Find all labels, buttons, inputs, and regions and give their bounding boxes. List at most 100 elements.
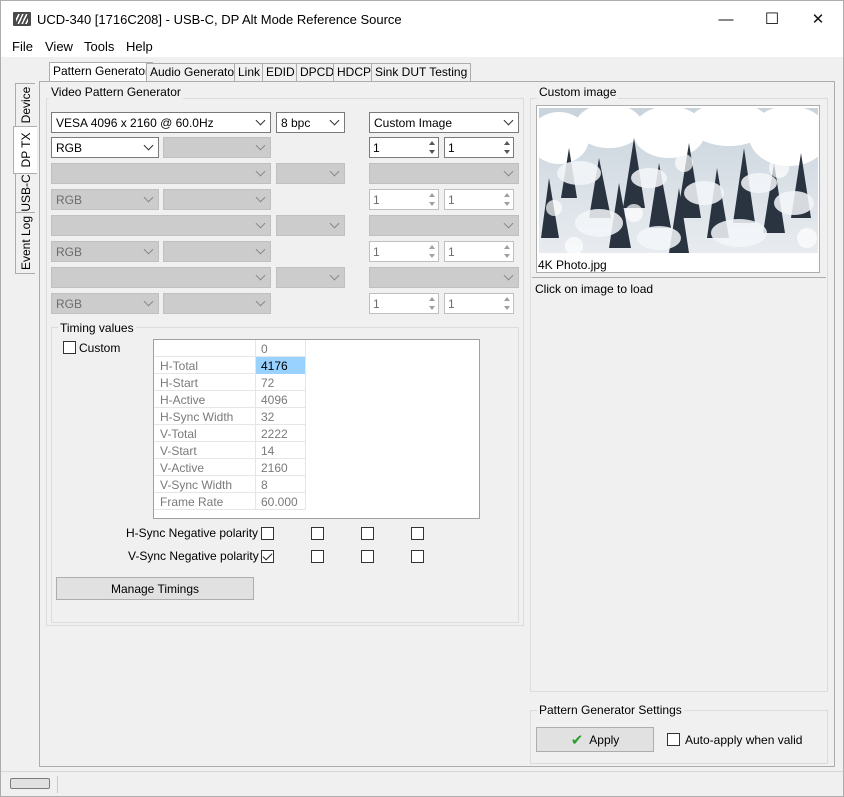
side-tab-dp-tx[interactable]: DP TX: [13, 126, 37, 174]
vsync-polarity-checkbox-2[interactable]: [311, 550, 324, 563]
status-pane: [10, 778, 50, 789]
menu-file[interactable]: File: [12, 39, 33, 54]
status-bar: [1, 771, 843, 796]
stream2-colorimetry-select: [163, 189, 271, 210]
row-value[interactable]: 60.000: [256, 493, 306, 510]
row-value[interactable]: 2222: [256, 425, 306, 442]
table-row[interactable]: Frame Rate 60.000: [154, 493, 306, 510]
apply-button[interactable]: ✔ Apply: [536, 727, 654, 752]
menu-help[interactable]: Help: [126, 39, 153, 54]
spin-up-icon: [426, 242, 438, 251]
spin-up-icon[interactable]: [501, 138, 513, 147]
auto-apply-checkbox[interactable]: [667, 733, 680, 746]
row-value[interactable]: 2160: [256, 459, 306, 476]
image-filename: 4K Photo.jpg: [538, 258, 607, 272]
tab-pattern-generator[interactable]: Pattern Generator: [49, 62, 154, 82]
hsync-polarity-checkbox-3[interactable]: [361, 527, 374, 540]
spin-up-icon[interactable]: [426, 138, 438, 147]
chevron-down-icon: [255, 193, 267, 205]
chevron-down-icon: [255, 219, 267, 231]
menu-tools[interactable]: Tools: [84, 39, 114, 54]
minimize-icon: —: [718, 10, 734, 28]
side-tab-event-log[interactable]: Event Log: [15, 212, 35, 274]
spin-down-icon: [426, 252, 438, 261]
bpc-select[interactable]: 8 bpc: [276, 112, 345, 133]
table-row[interactable]: H-Active 4096: [154, 391, 306, 408]
stream3-colorimetry-select: [163, 241, 271, 262]
row-value[interactable]: 8: [256, 476, 306, 493]
auto-apply-label: Auto-apply when valid: [685, 733, 803, 747]
row-value[interactable]: 14: [256, 442, 306, 459]
chevron-down-icon: [255, 271, 267, 283]
spin-v-input[interactable]: 1: [444, 137, 514, 158]
tab-edid[interactable]: EDID: [262, 63, 299, 81]
row-label: V-Start: [154, 442, 256, 459]
stream4-pattern-select: [369, 267, 519, 288]
stream2-pattern-select: [369, 163, 519, 184]
window-title: UCD-340 [1716C208] - USB-C, DP Alt Mode …: [37, 12, 402, 27]
vsync-polarity-checkbox-4[interactable]: [411, 550, 424, 563]
hsync-polarity-checkbox-2[interactable]: [311, 527, 324, 540]
spin-h-input[interactable]: 1: [369, 137, 439, 158]
menu-view[interactable]: View: [45, 39, 73, 54]
row-label: H-Total: [154, 357, 256, 374]
spin-down-icon[interactable]: [426, 148, 438, 157]
manage-timings-button[interactable]: Manage Timings: [56, 577, 254, 600]
chevron-down-icon: [503, 167, 515, 179]
tab-link[interactable]: Link: [234, 63, 265, 81]
chevron-down-icon: [503, 116, 515, 128]
chevron-down-icon: [329, 219, 341, 231]
chevron-down-icon: [255, 297, 267, 309]
timing-values-label: Timing values: [58, 321, 136, 335]
tab-dpcd[interactable]: DPCD: [296, 63, 339, 81]
close-button[interactable]: ✕: [795, 1, 841, 37]
pattern-select[interactable]: Custom Image: [369, 112, 519, 133]
maximize-button[interactable]: ☐: [749, 1, 795, 37]
custom-image-preview[interactable]: 4K Photo.jpg: [536, 105, 820, 273]
stream3-spin-v-value: 1: [448, 245, 455, 259]
chevron-down-icon: [255, 167, 267, 179]
stream3-spin-h: 1: [369, 241, 439, 262]
table-row[interactable]: H-Sync Width 32: [154, 408, 306, 425]
table-row[interactable]: H-Total 4176: [154, 357, 306, 374]
resolution-select[interactable]: VESA 4096 x 2160 @ 60.0Hz: [51, 112, 271, 133]
tab-sink-dut-testing[interactable]: Sink DUT Testing: [371, 63, 472, 81]
load-image-hint: Click on image to load: [535, 282, 654, 296]
spin-down-icon[interactable]: [501, 148, 513, 157]
chevron-down-icon: [255, 245, 267, 257]
chevron-down-icon: [255, 141, 267, 153]
table-row[interactable]: V-Sync Width 8: [154, 476, 306, 493]
stream2-resolution-select: [51, 163, 271, 184]
row-value[interactable]: 32: [256, 408, 306, 425]
row-label: Frame Rate: [154, 493, 256, 510]
row-label: V-Total: [154, 425, 256, 442]
row-value[interactable]: 4176: [256, 357, 306, 374]
chevron-down-icon: [143, 193, 155, 205]
custom-timing-checkbox[interactable]: [63, 341, 76, 354]
color-format-select[interactable]: RGB: [51, 137, 159, 158]
hsync-polarity-checkbox-4[interactable]: [411, 527, 424, 540]
divider: [532, 277, 826, 278]
row-value[interactable]: 4096: [256, 391, 306, 408]
table-row[interactable]: V-Total 2222: [154, 425, 306, 442]
minimize-button[interactable]: —: [703, 1, 749, 37]
table-corner: [154, 340, 256, 357]
checkmark-icon: ✔: [570, 731, 584, 749]
stream3-bpc-select: [276, 215, 345, 236]
chevron-down-icon: [143, 141, 155, 153]
table-row[interactable]: H-Start 72: [154, 374, 306, 391]
vsync-polarity-checkbox-1[interactable]: [261, 550, 274, 563]
row-value[interactable]: 72: [256, 374, 306, 391]
timing-table[interactable]: 0 H-Total 4176 H-Start 72 H-Active 4096 H-S…: [153, 339, 480, 519]
hsync-polarity-checkbox-1[interactable]: [261, 527, 274, 540]
table-row[interactable]: V-Start 14: [154, 442, 306, 459]
side-tab-device[interactable]: Device: [15, 83, 35, 127]
table-row[interactable]: V-Active 2160: [154, 459, 306, 476]
snowy-forest-photo[interactable]: [539, 108, 818, 253]
tab-audio-generator[interactable]: Audio Generator: [146, 63, 243, 81]
vsync-polarity-checkbox-3[interactable]: [361, 550, 374, 563]
spin-up-icon: [426, 294, 438, 303]
tab-hdcp[interactable]: HDCP: [333, 63, 376, 81]
side-tab-usb-c[interactable]: USB-C: [15, 173, 35, 213]
video-pattern-generator-label: Video Pattern Generator: [49, 85, 183, 99]
